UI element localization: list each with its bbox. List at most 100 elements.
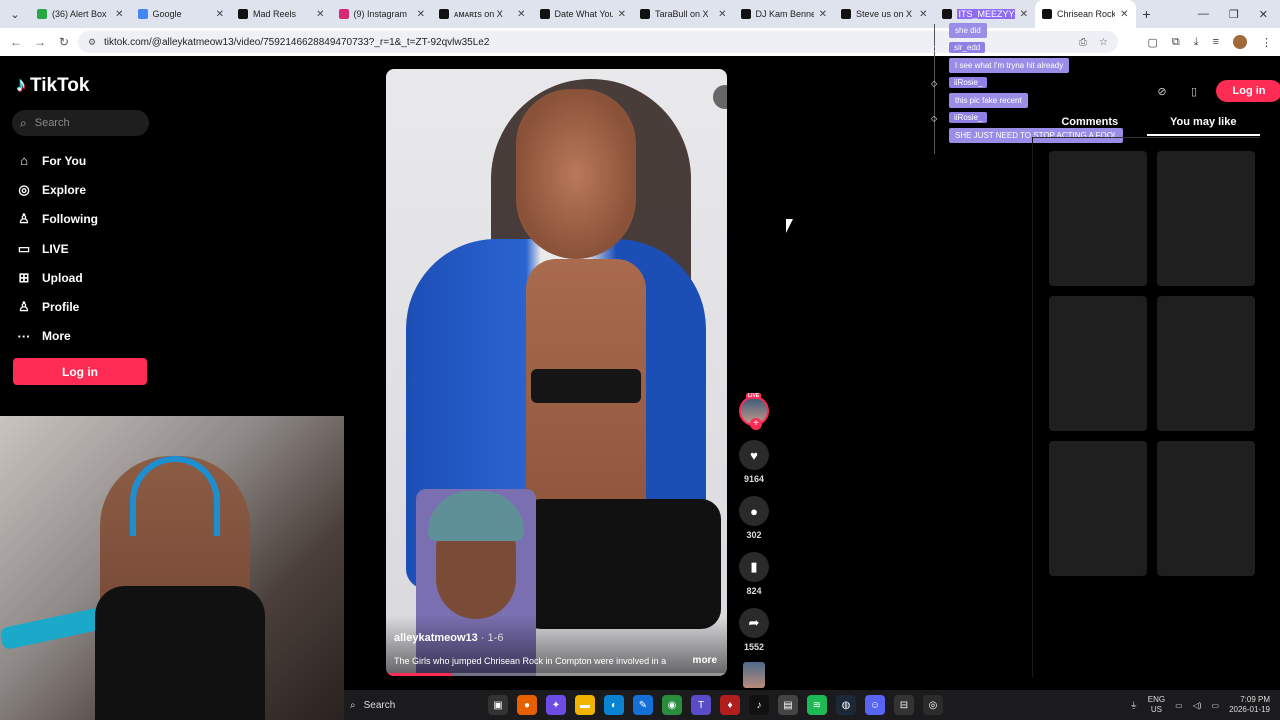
video-progress-bar[interactable] — [386, 673, 727, 676]
pen-app-icon[interactable]: ✎ — [633, 695, 653, 715]
tiktok-taskbar-icon[interactable]: ♪ — [749, 695, 769, 715]
browser-tab[interactable]: (9) Instagram ✕ — [332, 0, 433, 28]
minimize-icon[interactable]: — — [1198, 8, 1209, 21]
language-indicator[interactable]: ENG US — [1148, 695, 1165, 715]
tab-you-may-like[interactable]: You may like — [1146, 112, 1260, 136]
sidebar-item-more[interactable]: ··· More — [16, 322, 166, 351]
close-tab-icon[interactable]: ✕ — [819, 9, 827, 20]
sidebar-item-following[interactable]: ♙ Following — [16, 205, 166, 234]
sidebar-item-upload[interactable]: ⊞ Upload — [16, 263, 166, 292]
tab-title: ITS_MEEZYYY — [956, 9, 1015, 19]
search-box[interactable]: ⌕ — [12, 110, 149, 136]
comment-icon[interactable]: ● — [739, 496, 769, 526]
obs-icon[interactable]: ◎ — [923, 695, 943, 715]
edge-icon[interactable]: ◐ — [604, 695, 624, 715]
close-tab-icon[interactable]: ✕ — [718, 9, 726, 20]
video-side-handle[interactable] — [713, 85, 727, 109]
like-heart-icon[interactable]: ♥ — [739, 440, 769, 470]
close-tab-icon[interactable]: ✕ — [517, 9, 525, 20]
extensions-icon[interactable]: ⧉ — [1172, 36, 1180, 49]
media-control-icon[interactable]: ≡ — [1213, 36, 1219, 48]
taskbar-search[interactable]: ⌕ Search — [344, 692, 484, 718]
close-tab-icon[interactable]: ✕ — [115, 9, 123, 20]
browser-tab[interactable]: ᴀᴍᴀʀɪs on X ✕ — [432, 0, 533, 28]
device-icon[interactable]: ▯ — [1184, 81, 1204, 101]
video-player[interactable]: alleykatmeow13 · 1-6 The Girls who jumpe… — [386, 69, 727, 676]
recommended-video-tile[interactable] — [1049, 151, 1147, 286]
clock[interactable]: 7:09 PM 2026-01-19 — [1229, 695, 1270, 715]
site-info-icon[interactable]: ⚙ — [88, 37, 98, 48]
close-window-icon[interactable]: ✕ — [1259, 8, 1268, 21]
headset — [130, 456, 220, 536]
close-tab-icon[interactable]: ✕ — [316, 9, 324, 20]
sidebar-item-explore[interactable]: ◎ Explore — [16, 175, 166, 204]
browser-tab[interactable]: (36) Alert Box ✕ — [30, 0, 131, 28]
caption-more-link[interactable]: more — [693, 655, 717, 666]
browser-tab[interactable]: Mad Reels ✕ — [231, 0, 332, 28]
game-app-icon[interactable]: ♦ — [720, 695, 740, 715]
tiktok-icon — [941, 9, 952, 19]
close-tab-icon[interactable]: ✕ — [1020, 9, 1028, 20]
battery-icon[interactable]: ▭ — [1212, 701, 1220, 710]
browser-menu-icon[interactable]: ⋮ — [1261, 36, 1272, 49]
close-tab-icon[interactable]: ✕ — [417, 9, 425, 20]
spotify-icon[interactable]: ≋ — [807, 695, 827, 715]
firefox-icon[interactable]: ● — [517, 695, 537, 715]
music-disc-thumbnail[interactable] — [743, 662, 765, 688]
back-icon[interactable]: ← — [4, 35, 28, 49]
chat-username: iiRosie_ — [949, 77, 988, 88]
media-app-icon[interactable]: ▤ — [778, 695, 798, 715]
creator-avatar[interactable]: LIVE + — [739, 393, 769, 430]
microphone-tray-icon[interactable]: ⏚ — [1130, 700, 1138, 711]
restore-icon[interactable]: ❐ — [1229, 8, 1239, 21]
forward-icon[interactable]: → — [28, 35, 52, 49]
close-tab-icon[interactable]: ✕ — [1120, 9, 1128, 20]
follow-plus-icon[interactable]: + — [750, 418, 762, 430]
search-input[interactable] — [34, 117, 135, 129]
downloads-icon[interactable]: ⤓ — [1194, 36, 1199, 49]
recommended-video-tile[interactable] — [1049, 296, 1147, 431]
sidebar-item-live[interactable]: ▭ LIVE — [16, 234, 166, 263]
sidebar-login-button[interactable]: Log in — [13, 358, 147, 385]
recommended-video-tile[interactable] — [1157, 441, 1255, 576]
close-tab-icon[interactable]: ✕ — [919, 9, 927, 20]
copilot-icon[interactable]: ✦ — [546, 695, 566, 715]
video-author[interactable]: alleykatmeow13 · 1-6 — [394, 632, 503, 644]
task-view-icon[interactable]: ▣ — [488, 695, 508, 715]
sidebar-item-label: For You — [42, 153, 87, 168]
volume-icon[interactable]: ◁) — [1193, 701, 1202, 710]
display-tray-icon[interactable]: ▭ — [1175, 701, 1183, 710]
chrome-icon[interactable]: ◉ — [662, 695, 682, 715]
new-tab-icon[interactable]: + — [1136, 6, 1158, 22]
app-grid-icon[interactable]: ⊟ — [894, 695, 914, 715]
browser-tab[interactable]: Google ✕ — [131, 0, 232, 28]
browser-tab[interactable]: DJ Kam Benne ✕ — [734, 0, 835, 28]
explore-compass-icon[interactable]: ⊘ — [1152, 81, 1172, 101]
teams-icon[interactable]: T — [691, 695, 711, 715]
profile-avatar[interactable] — [1233, 35, 1247, 49]
browser-tab[interactable]: TaraBull on X ✕ — [633, 0, 734, 28]
share-arrow-icon[interactable]: ➦ — [739, 608, 769, 638]
close-tab-icon[interactable]: ✕ — [618, 9, 626, 20]
header-login-button[interactable]: Log in — [1216, 80, 1280, 102]
recommended-video-tile[interactable] — [1157, 296, 1255, 431]
chat-message: this pic fake recent — [949, 93, 1028, 108]
file-explorer-icon[interactable]: ▬ — [575, 695, 595, 715]
clock-time: 7:09 PM — [1240, 695, 1270, 704]
tab-comments[interactable]: Comments — [1033, 112, 1147, 136]
close-tab-icon[interactable]: ✕ — [216, 9, 224, 20]
sidebar-item-profile[interactable]: ♙ Profile — [16, 292, 166, 321]
clock-date: 2026-01-19 — [1229, 705, 1270, 714]
reload-icon[interactable]: ↻ — [52, 35, 76, 49]
recommended-video-tile[interactable] — [1049, 441, 1147, 576]
recommended-video-tile[interactable] — [1157, 151, 1255, 286]
tab-search-menu-icon[interactable]: ⌄ — [4, 3, 26, 25]
discord-icon[interactable]: ☺ — [865, 695, 885, 715]
tiktok-logo[interactable]: ♪ TikTok — [16, 74, 89, 97]
bookmark-icon[interactable]: ▮ — [739, 552, 769, 582]
browser-tab[interactable]: Date What You ✕ — [533, 0, 634, 28]
steam-icon[interactable]: ◍ — [836, 695, 856, 715]
sidebar-item-for-you[interactable]: ⌂ For You — [16, 146, 166, 175]
browser-tab[interactable]: Steve us on X ✕ — [834, 0, 935, 28]
tab-groups-icon[interactable]: ▢ — [1147, 36, 1157, 49]
